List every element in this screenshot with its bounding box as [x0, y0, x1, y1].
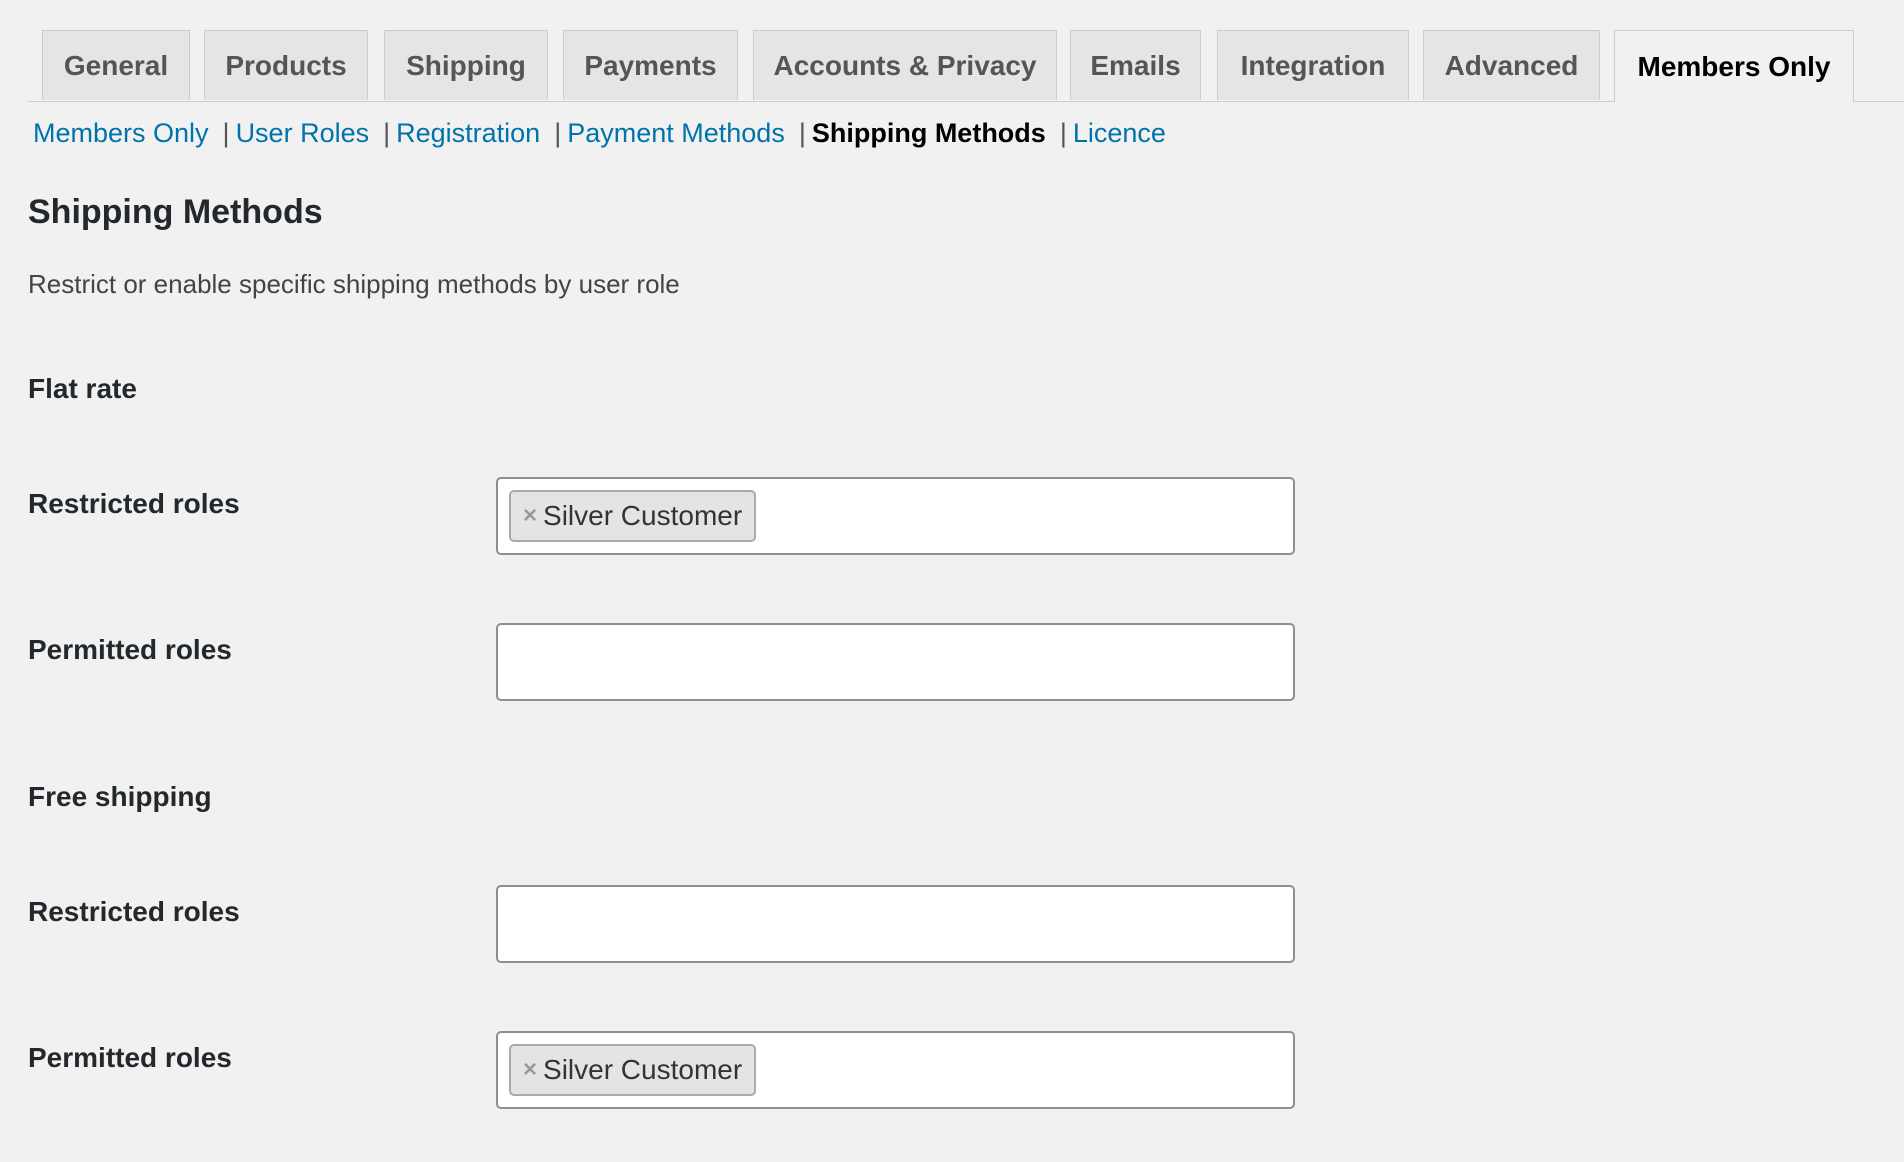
section-title-free-shipping: Free shipping [28, 781, 212, 812]
role-chip-label: Silver Customer [543, 500, 743, 531]
sub-navigation: Members Only | User Roles | Registration… [33, 118, 1166, 149]
free-shipping-permitted-roles-label: Permitted roles [28, 1042, 232, 1073]
subnav-separator: | [798, 118, 806, 148]
tab-general[interactable]: General [42, 30, 190, 100]
subnav-separator: | [554, 118, 562, 148]
page-description: Restrict or enable specific shipping met… [28, 269, 680, 299]
remove-chip-icon[interactable]: × [523, 502, 537, 530]
section-title-flat-rate: Flat rate [28, 373, 137, 404]
tab-members-only[interactable]: Members Only [1614, 30, 1854, 102]
subnav-registration[interactable]: Registration [396, 118, 540, 149]
tab-payments[interactable]: Payments [563, 30, 738, 100]
subnav-payment-methods[interactable]: Payment Methods [567, 118, 785, 149]
tab-emails[interactable]: Emails [1070, 30, 1201, 100]
free-shipping-permitted-roles-select[interactable]: × Silver Customer [496, 1031, 1295, 1109]
flat-rate-restricted-roles-label: Restricted roles [28, 488, 240, 519]
tab-products[interactable]: Products [204, 30, 368, 100]
free-shipping-restricted-roles-label: Restricted roles [28, 896, 240, 927]
page-title: Shipping Methods [28, 193, 323, 231]
flat-rate-permitted-roles-label: Permitted roles [28, 634, 232, 665]
tab-integration[interactable]: Integration [1217, 30, 1409, 100]
subnav-user-roles[interactable]: User Roles [236, 118, 370, 149]
flat-rate-permitted-roles-select[interactable] [496, 623, 1295, 701]
subnav-licence[interactable]: Licence [1073, 118, 1166, 149]
settings-tabs: General Products Shipping Payments Accou… [28, 30, 1904, 102]
role-chip: × Silver Customer [509, 1044, 757, 1096]
tab-shipping[interactable]: Shipping [384, 30, 548, 100]
remove-chip-icon[interactable]: × [523, 1056, 537, 1084]
role-chip-label: Silver Customer [543, 1054, 743, 1085]
tab-accounts-privacy[interactable]: Accounts & Privacy [753, 30, 1057, 100]
subnav-separator: | [222, 118, 230, 148]
subnav-members-only[interactable]: Members Only [33, 118, 209, 149]
role-chip: × Silver Customer [509, 490, 757, 542]
subnav-separator: | [1059, 118, 1067, 148]
flat-rate-restricted-roles-select[interactable]: × Silver Customer [496, 477, 1295, 555]
subnav-shipping-methods[interactable]: Shipping Methods [812, 118, 1046, 149]
subnav-separator: | [383, 118, 391, 148]
free-shipping-restricted-roles-select[interactable] [496, 885, 1295, 963]
tab-advanced[interactable]: Advanced [1423, 30, 1600, 100]
